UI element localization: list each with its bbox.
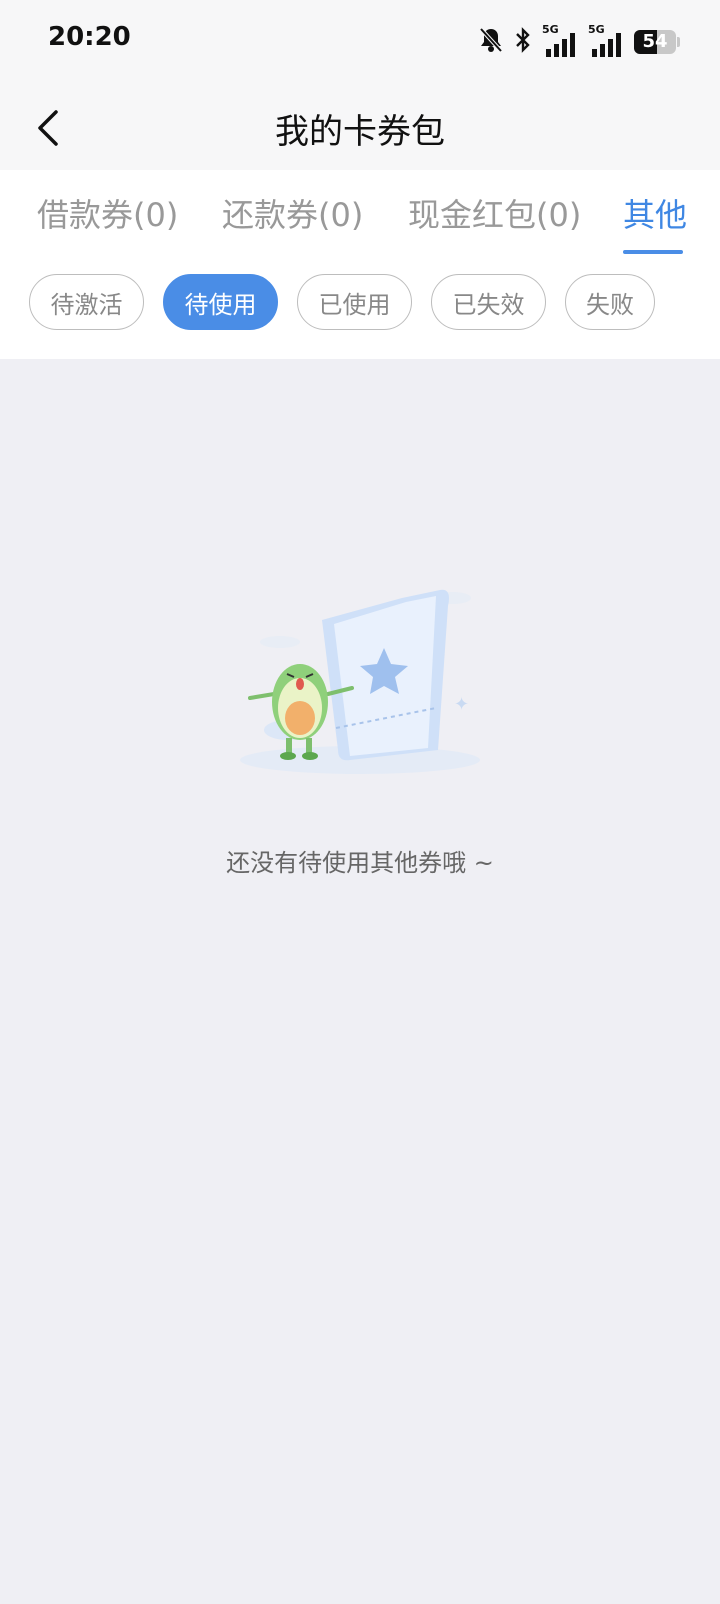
signal-icon: 5G [542,23,578,57]
svg-text:✦: ✦ [454,694,469,715]
tab-loan-coupons[interactable]: 借款券(0) [37,190,178,244]
tab-repayment-coupons[interactable]: 还款券(0) [222,190,363,244]
tab-cash-red-packets[interactable]: 现金红包(0) [408,190,581,244]
filter-pending-use[interactable]: 待使用 [163,274,278,330]
battery-level: 54 [642,31,668,52]
empty-state-illustration: ✦ [230,580,490,800]
bell-mute-icon [478,26,504,58]
empty-state-message: 还没有待使用其他券哦 ~ [226,849,494,877]
filter-failed[interactable]: 失败 [565,274,655,330]
filter-expired[interactable]: 已失效 [431,274,546,330]
bluetooth-icon [514,26,532,58]
active-tab-indicator [623,250,683,254]
status-time: 20:20 [48,22,131,52]
tab-other[interactable]: 其他 [623,190,687,244]
signal-icon: 5G [588,23,624,57]
filter-used[interactable]: 已使用 [297,274,412,330]
filter-pending-activation[interactable]: 待激活 [29,274,144,330]
status-bar: 20:20 5G 5G 54 [0,0,720,84]
page-title: 我的卡券包 [275,112,445,152]
tabs-panel: 借款券(0) 还款券(0) 现金红包(0) 其他 待激活 待使用 已使用 已失效… [0,170,720,359]
battery-icon: 54 [634,30,676,54]
nav-bar: 我的卡券包 [0,84,720,170]
battery-tip [677,37,680,47]
status-icons: 5G 5G 54 [478,23,680,60]
